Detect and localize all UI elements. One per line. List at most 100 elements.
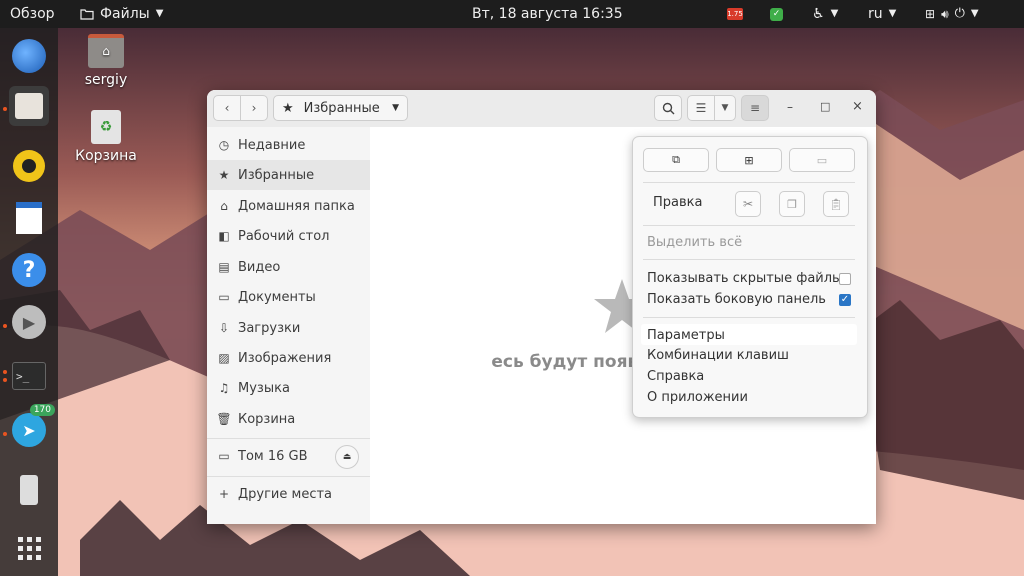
dock-usb[interactable] <box>9 470 49 510</box>
search-icon <box>662 102 674 114</box>
show-sidebar-checkbox[interactable]: ✓ <box>839 294 851 306</box>
chevron-right-icon: › <box>251 101 257 115</box>
new-window-icon: ⧉ <box>672 153 680 166</box>
running-indicator <box>3 324 7 328</box>
usb-drive-icon <box>20 475 38 505</box>
plus-icon: + <box>218 487 230 501</box>
desktop-icon: ◧ <box>218 229 230 243</box>
new-tab-button[interactable]: ⊞ <box>716 148 782 172</box>
sidebar-item-label: Музыка <box>238 380 290 396</box>
sidebar-item-label: Изображения <box>238 350 332 366</box>
sidebar-item-video[interactable]: ▤ Видео <box>207 252 370 282</box>
sidebar-item-label: Другие места <box>238 486 333 502</box>
chevron-down-icon: ▼ <box>392 103 399 113</box>
select-all-item[interactable]: Выделить всё <box>647 235 742 250</box>
accessibility-icon: ♿ <box>812 6 825 22</box>
activities-button[interactable]: Обзор <box>10 0 55 28</box>
software-icon: ▶ <box>12 305 46 339</box>
view-options-button[interactable]: ▼ <box>714 95 736 121</box>
eject-button[interactable]: ⏏ <box>335 445 359 469</box>
copy-icon: ❐ <box>787 197 797 211</box>
sidebar-item-other-locations[interactable]: + Другие места <box>207 479 370 509</box>
dock-writer[interactable] <box>9 198 49 238</box>
trash-icon: 🗑︎ <box>216 412 232 426</box>
new-folder-button[interactable]: ▭ <box>789 148 855 172</box>
cut-button[interactable]: ✂ <box>735 191 761 217</box>
paste-button[interactable]: 📋︎ <box>823 191 849 217</box>
sidebar-item-trash[interactable]: 🗑︎ Корзина <box>207 404 370 434</box>
star-icon: ★ <box>218 168 230 182</box>
star-icon: ★ <box>282 100 294 116</box>
files-icon <box>15 93 43 119</box>
accessibility-menu[interactable]: ♿ ▼ <box>812 0 838 28</box>
dock-rhythmbox[interactable] <box>9 146 49 186</box>
tray-shield[interactable]: ✓ <box>770 0 783 28</box>
app-menu-button[interactable]: Файлы ▼ <box>80 0 163 28</box>
close-button[interactable]: × <box>852 99 863 114</box>
sidebar-item-volume[interactable]: ▭ Том 16 GB ⏏ <box>207 441 370 471</box>
back-button[interactable]: ‹ <box>213 95 241 121</box>
dock-help[interactable]: ? <box>9 250 49 290</box>
minimize-button[interactable]: – <box>787 100 793 114</box>
main-menu-button[interactable]: ≡ <box>741 95 769 121</box>
sidebar: ◷ Недавние ★ Избранные ⌂ Домашняя папка ◧ Ра… <box>207 127 371 524</box>
film-icon: ▤ <box>218 260 230 274</box>
sidebar-item-downloads[interactable]: ⇩ Загрузки <box>207 313 370 343</box>
sidebar-item-label: Корзина <box>238 411 296 427</box>
sidebar-item-label: Недавние <box>238 137 306 153</box>
eject-icon: ⏏ <box>342 452 352 462</box>
about-item[interactable]: О приложении <box>647 390 748 405</box>
maximize-icon: □ <box>820 100 831 113</box>
running-indicator <box>3 107 7 111</box>
sidebar-item-home[interactable]: ⌂ Домашняя папка <box>207 191 370 221</box>
show-hidden-checkbox[interactable] <box>839 273 851 285</box>
copy-button[interactable]: ❐ <box>779 191 805 217</box>
language-menu[interactable]: ru ▼ <box>868 0 896 28</box>
help-item[interactable]: Справка <box>647 369 704 384</box>
sidebar-item-label: Документы <box>238 289 316 305</box>
preferences-item[interactable]: Параметры <box>647 328 725 343</box>
sidebar-item-music[interactable]: ♫ Музыка <box>207 373 370 403</box>
sidebar-item-desktop[interactable]: ◧ Рабочий стол <box>207 221 370 251</box>
dock-thunderbird[interactable] <box>9 36 49 76</box>
search-button[interactable] <box>654 95 682 121</box>
show-hidden-item[interactable]: Показывать скрытые файлы <box>647 271 842 286</box>
sidebar-item-starred[interactable]: ★ Избранные <box>207 160 370 190</box>
sidebar-item-documents[interactable]: ▭ Документы <box>207 282 370 312</box>
volume-icon: 🔊︎ <box>941 7 949 21</box>
edit-label: Правка <box>653 195 703 210</box>
desktop-home-icon[interactable]: ⌂ sergiy <box>71 34 141 88</box>
sidebar-item-label: Загрузки <box>238 320 301 336</box>
download-icon: ⇩ <box>218 321 230 335</box>
sidebar-item-label: Домашняя папка <box>238 198 355 214</box>
location-button[interactable]: ★ Избранные ▼ <box>273 95 408 121</box>
dock-show-apps[interactable] <box>9 528 49 568</box>
scissors-icon: ✂ <box>742 197 754 211</box>
chevron-down-icon: ▼ <box>970 8 979 19</box>
telegram-icon: ➤ <box>12 413 46 447</box>
help-icon: ? <box>12 253 46 287</box>
chevron-down-icon: ▼ <box>830 8 839 19</box>
desktop-trash-icon[interactable]: ♻ Корзина <box>71 110 141 164</box>
show-sidebar-item[interactable]: Показать боковую панель <box>647 292 826 307</box>
dock-terminal[interactable]: >_ <box>9 356 49 396</box>
maximize-button[interactable]: □ <box>820 100 830 113</box>
hamburger-icon: ≡ <box>749 101 761 115</box>
dock-files[interactable] <box>9 86 49 126</box>
new-folder-icon: ▭ <box>816 153 828 167</box>
system-menu[interactable]: ⊞ 🔊︎ ⏻ ▼ <box>925 0 979 28</box>
view-list-button[interactable]: ☰ <box>687 95 715 121</box>
clock[interactable]: Вт, 18 августа 16:35 <box>472 0 623 28</box>
chevron-down-icon: ▼ <box>888 8 897 19</box>
dock-telegram[interactable]: ➤ 170 <box>9 404 55 450</box>
forward-button[interactable]: › <box>240 95 268 121</box>
desktop-home-label: sergiy <box>84 72 128 88</box>
shortcuts-item[interactable]: Комбинации клавиш <box>647 348 789 363</box>
chevron-down-icon: ▼ <box>721 103 729 113</box>
dock-software[interactable]: ▶ <box>9 302 49 342</box>
network-icon: ⊞ <box>925 7 936 21</box>
sidebar-item-pictures[interactable]: ▨ Изображения <box>207 343 370 373</box>
new-window-button[interactable]: ⧉ <box>643 148 709 172</box>
sidebar-item-recent[interactable]: ◷ Недавние <box>207 130 370 160</box>
tray-indicator-red[interactable]: 1.75 <box>727 0 743 28</box>
